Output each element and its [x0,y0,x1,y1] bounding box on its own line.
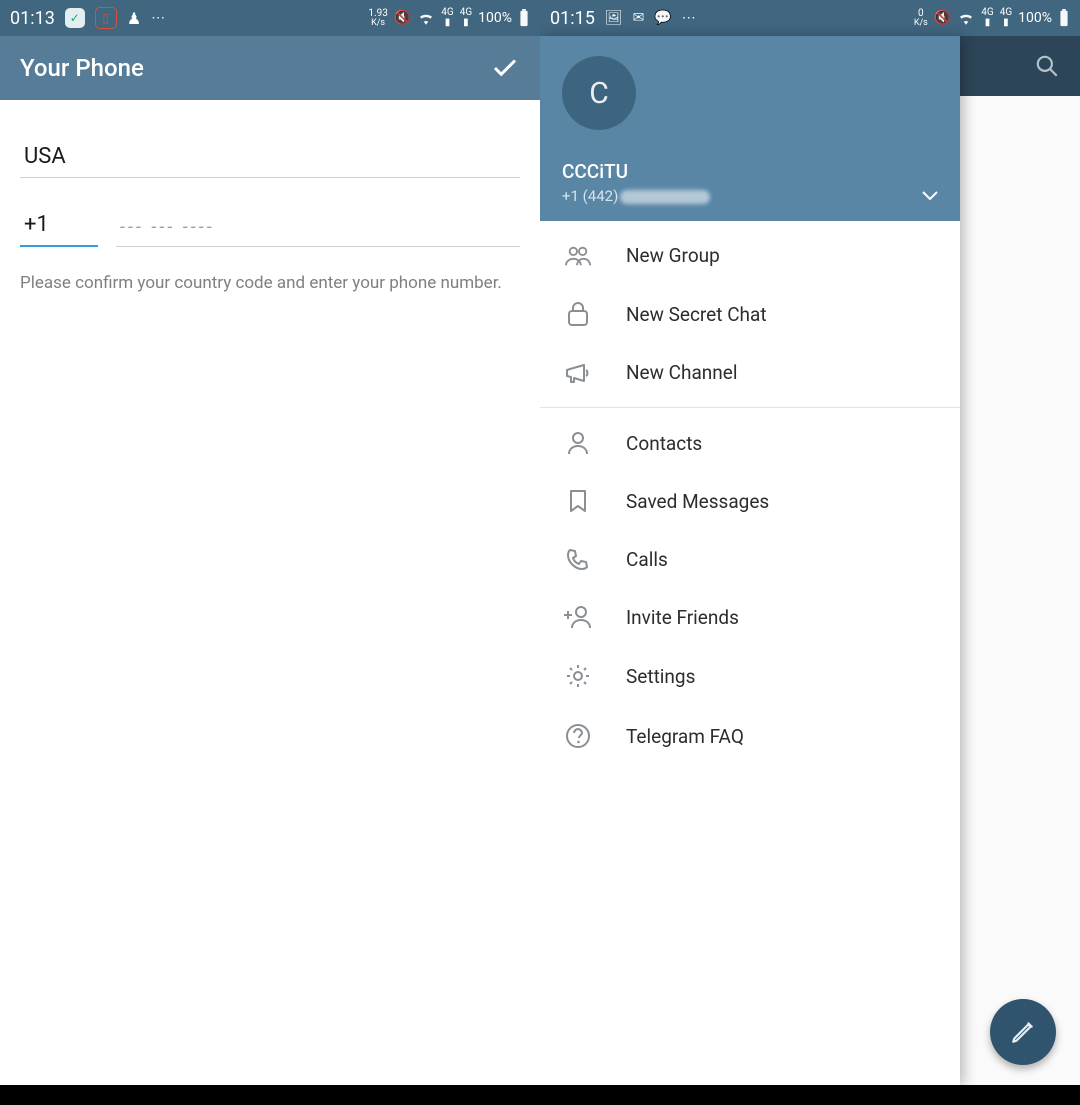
person-icon [564,431,592,455]
compose-fab[interactable] [990,999,1056,1065]
screenshot-pair: 01:13 ✓ ▯ ♟ ⋯ 1.93 K/s 🔇 4G▮ 4G▮ 100% Yo… [0,0,1080,1105]
help-icon [564,723,592,749]
bookmark-icon [564,489,592,513]
navigation-drawer: C CCCiTU +1 (442) New Group New Secret C… [540,36,960,1085]
network-speed: 0 K/s [914,9,928,28]
status-more-icon: ⋯ [682,10,696,26]
battery-text: 100% [478,10,512,26]
lock-icon [564,301,592,327]
person-add-icon [564,605,592,629]
status-time: 01:15 [550,8,595,29]
megaphone-icon [564,362,592,384]
gear-icon [564,663,592,689]
android-nav-bar [540,1085,1080,1105]
status-icon-mail: ✉ [633,10,645,26]
help-text: Please confirm your country code and ent… [20,271,520,297]
drawer-header: C CCCiTU +1 (442) [540,36,960,221]
menu-label: New Group [626,244,720,267]
account-switcher-button[interactable] [922,191,938,201]
phone-number-field[interactable]: --- --- ---- [116,209,520,247]
menu-saved-messages[interactable]: Saved Messages [540,472,960,530]
status-icon-app2: ▯ [95,7,117,29]
menu-label: New Secret Chat [626,303,767,326]
status-icon-app1: ✓ [65,8,85,28]
app-header: Your Phone [0,36,540,100]
account-name: CCCiTU [562,160,940,183]
menu-new-secret-chat[interactable]: New Secret Chat [540,284,960,344]
status-time: 01:13 [10,8,55,29]
mute-icon: 🔇 [394,10,411,26]
account-phone: +1 (442) [562,187,940,205]
confirm-button[interactable] [490,53,520,83]
battery-text: 100% [1018,10,1052,26]
signal-4g-icon-2: 4G▮ [1000,8,1012,28]
menu-label: Telegram FAQ [626,725,744,748]
avatar[interactable]: C [562,56,636,130]
signal-4g-icon-2: 4G▮ [460,8,472,28]
signal-4g-icon-1: 4G▮ [441,8,453,28]
menu-label: Calls [626,548,668,571]
status-icon-chat: 💬 [654,10,671,26]
menu-new-group[interactable]: New Group [540,227,960,284]
signal-4g-icon-1: 4G▮ [981,8,993,28]
wifi-icon [417,11,435,25]
country-code-field[interactable]: +1 [20,204,98,247]
menu-new-channel[interactable]: New Channel [540,344,960,401]
menu-settings[interactable]: Settings [540,646,960,706]
group-icon [564,245,592,267]
menu-contacts[interactable]: Contacts [540,414,960,472]
menu-label: Saved Messages [626,490,769,513]
status-more-icon: ⋯ [151,10,165,26]
status-bar: 01:13 ✓ ▯ ♟ ⋯ 1.93 K/s 🔇 4G▮ 4G▮ 100% [0,0,540,36]
menu-label: New Channel [626,361,737,384]
status-icon-app3: ♟ [127,9,141,28]
status-icon-gallery: 🖼 [605,10,623,26]
status-bar: 01:15 🖼 ✉ 💬 ⋯ 0 K/s 🔇 4G▮ 4G▮ 100% [540,0,1080,36]
menu-label: Invite Friends [626,606,739,629]
screen-your-phone: 01:13 ✓ ▯ ♟ ⋯ 1.93 K/s 🔇 4G▮ 4G▮ 100% Yo… [0,0,540,1105]
mute-icon: 🔇 [934,10,951,26]
network-speed: 1.93 K/s [368,9,388,28]
menu-telegram-faq[interactable]: Telegram FAQ [540,706,960,766]
battery-icon [1058,9,1070,27]
menu-label: Settings [626,665,695,688]
country-field[interactable]: USA [20,136,520,178]
phone-masked [620,190,710,204]
menu-invite-friends[interactable]: Invite Friends [540,588,960,646]
drawer-section-main: Contacts Saved Messages Calls Invite Fri… [540,407,960,772]
drawer-scrim[interactable] [960,36,1080,1085]
drawer-section-create: New Group New Secret Chat New Channel [540,221,960,407]
menu-calls[interactable]: Calls [540,530,960,588]
screen-drawer-open: 01:15 🖼 ✉ 💬 ⋯ 0 K/s 🔇 4G▮ 4G▮ 100% [540,0,1080,1105]
wifi-icon [957,11,975,25]
phone-icon [564,547,592,571]
menu-label: Contacts [626,432,702,455]
page-title: Your Phone [20,54,144,82]
battery-icon [518,9,530,27]
android-nav-bar [0,1085,540,1105]
